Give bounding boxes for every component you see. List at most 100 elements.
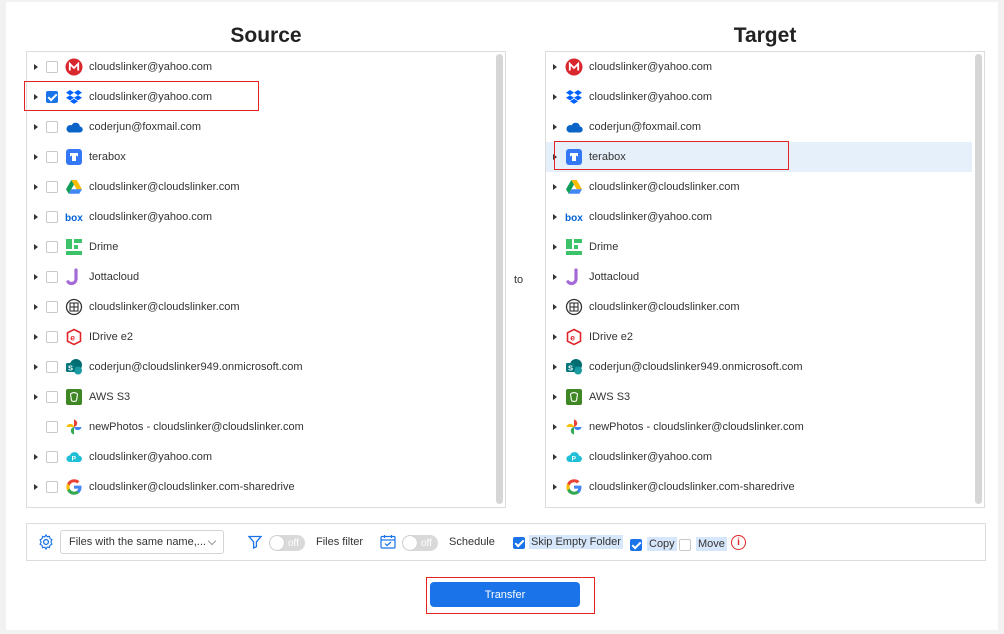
expand-caret-icon[interactable] (553, 94, 557, 100)
target-account-row[interactable]: box cloudslinker@yahoo.com (546, 202, 972, 232)
expand-caret-icon[interactable] (34, 454, 38, 460)
target-account-label: coderjun@foxmail.com (589, 121, 702, 133)
source-account-checkbox[interactable] (46, 391, 58, 403)
source-scrollbar[interactable] (496, 54, 503, 504)
expand-caret-icon[interactable] (553, 64, 557, 70)
google-icon (65, 478, 83, 496)
source-account-row[interactable]: terabox (27, 142, 493, 172)
expand-caret-icon[interactable] (553, 124, 557, 130)
source-account-checkbox[interactable] (46, 181, 58, 193)
expand-caret-icon[interactable] (34, 334, 38, 340)
target-account-label: Jottacloud (589, 271, 640, 283)
target-account-row[interactable]: Jottacloud (546, 262, 972, 292)
gear-icon[interactable] (37, 533, 55, 556)
source-account-checkbox[interactable] (46, 151, 58, 163)
source-account-checkbox[interactable] (46, 61, 58, 73)
drime-icon (65, 238, 83, 256)
move-checkbox[interactable] (679, 539, 691, 551)
source-account-row[interactable]: cloudslinker@cloudslinker.com-sharedrive (27, 472, 493, 502)
toggle-knob (403, 536, 417, 550)
source-account-checkbox[interactable] (46, 421, 58, 433)
source-account-checkbox[interactable] (46, 301, 58, 313)
source-account-label: coderjun@foxmail.com (89, 121, 202, 133)
expand-caret-icon[interactable] (553, 424, 557, 430)
source-account-row[interactable]: coderjun@foxmail.com (27, 112, 493, 142)
target-account-row[interactable]: terabox (546, 142, 972, 172)
target-account-row[interactable]: cloudslinker@cloudslinker.com (546, 172, 972, 202)
source-account-row[interactable]: box cloudslinker@yahoo.com (27, 202, 493, 232)
target-account-row[interactable]: e IDrive e2 (546, 322, 972, 352)
skip-empty-folder-checkbox[interactable] (513, 537, 525, 549)
target-account-row[interactable]: Scoderjun@cloudslinker949.onmicrosoft.co… (546, 352, 972, 382)
source-account-checkbox[interactable] (46, 91, 58, 103)
expand-caret-icon[interactable] (34, 64, 38, 70)
expand-caret-icon[interactable] (553, 154, 557, 160)
onedrive-icon (565, 118, 583, 136)
source-account-row[interactable]: Pcloudslinker@yahoo.com (27, 442, 493, 472)
source-account-row[interactable]: e IDrive e2 (27, 322, 493, 352)
target-account-row[interactable]: Pcloudslinker@yahoo.com (546, 442, 972, 472)
source-account-row[interactable]: Drime (27, 232, 493, 262)
info-icon[interactable]: i (731, 535, 746, 550)
expand-caret-icon[interactable] (553, 184, 557, 190)
expand-caret-icon[interactable] (34, 214, 38, 220)
source-account-row[interactable]: cloudslinker@yahoo.com (27, 52, 493, 82)
source-account-row[interactable]: Jottacloud (27, 262, 493, 292)
expand-caret-icon[interactable] (34, 184, 38, 190)
expand-caret-icon[interactable] (34, 484, 38, 490)
expand-caret-icon[interactable] (553, 244, 557, 250)
expand-caret-icon[interactable] (34, 394, 38, 400)
target-account-row[interactable]: Drime (546, 232, 972, 262)
source-account-checkbox[interactable] (46, 331, 58, 343)
expand-caret-icon[interactable] (553, 274, 557, 280)
source-account-checkbox[interactable] (46, 211, 58, 223)
target-account-label: newPhotos - cloudslinker@cloudslinker.co… (589, 421, 804, 433)
target-account-row[interactable]: cloudslinker@yahoo.com (546, 82, 972, 112)
conflict-select[interactable]: Files with the same name,... (60, 530, 224, 554)
source-account-checkbox[interactable] (46, 451, 58, 463)
files-filter-toggle[interactable]: off (269, 535, 305, 551)
expand-caret-icon[interactable] (34, 304, 38, 310)
source-account-checkbox[interactable] (46, 361, 58, 373)
source-account-checkbox[interactable] (46, 121, 58, 133)
webdav-icon (65, 298, 83, 316)
source-account-row[interactable]: cloudslinker@cloudslinker.com (27, 172, 493, 202)
to-label: to (514, 274, 524, 286)
expand-caret-icon[interactable] (553, 454, 557, 460)
source-account-row[interactable]: AWS S3 (27, 382, 493, 412)
target-account-row[interactable]: coderjun@foxmail.com (546, 112, 972, 142)
expand-caret-icon[interactable] (553, 484, 557, 490)
expand-caret-icon[interactable] (553, 394, 557, 400)
target-account-label: cloudslinker@cloudslinker.com (589, 301, 740, 313)
source-account-row[interactable]: newPhotos - cloudslinker@cloudslinker.co… (27, 412, 493, 442)
expand-caret-icon[interactable] (553, 364, 557, 370)
expand-caret-icon[interactable] (553, 214, 557, 220)
target-account-row[interactable]: AWS S3 (546, 382, 972, 412)
expand-caret-icon[interactable] (553, 334, 557, 340)
target-account-row[interactable]: cloudslinker@yahoo.com (546, 52, 972, 82)
source-account-checkbox[interactable] (46, 481, 58, 493)
svg-text:S: S (68, 363, 73, 372)
source-account-label: terabox (89, 151, 126, 163)
source-account-checkbox[interactable] (46, 271, 58, 283)
target-scrollbar[interactable] (975, 54, 982, 504)
expand-caret-icon[interactable] (34, 94, 38, 100)
source-account-row[interactable]: Scoderjun@cloudslinker949.onmicrosoft.co… (27, 352, 493, 382)
google-icon (565, 478, 583, 496)
expand-caret-icon[interactable] (553, 304, 557, 310)
expand-caret-icon[interactable] (34, 124, 38, 130)
transfer-button[interactable]: Transfer (430, 582, 580, 607)
expand-caret-icon[interactable] (34, 364, 38, 370)
source-account-checkbox[interactable] (46, 241, 58, 253)
target-account-row[interactable]: cloudslinker@cloudslinker.com-sharedrive (546, 472, 972, 502)
source-account-row[interactable]: cloudslinker@cloudslinker.com (27, 292, 493, 322)
source-account-row[interactable]: cloudslinker@yahoo.com (27, 82, 493, 112)
expand-caret-icon[interactable] (34, 274, 38, 280)
expand-caret-icon[interactable] (34, 154, 38, 160)
target-account-row[interactable]: newPhotos - cloudslinker@cloudslinker.co… (546, 412, 972, 442)
target-account-label: cloudslinker@yahoo.com (589, 91, 713, 103)
target-account-row[interactable]: cloudslinker@cloudslinker.com (546, 292, 972, 322)
expand-caret-icon[interactable] (34, 244, 38, 250)
schedule-toggle[interactable]: off (402, 535, 438, 551)
copy-checkbox[interactable] (630, 539, 642, 551)
